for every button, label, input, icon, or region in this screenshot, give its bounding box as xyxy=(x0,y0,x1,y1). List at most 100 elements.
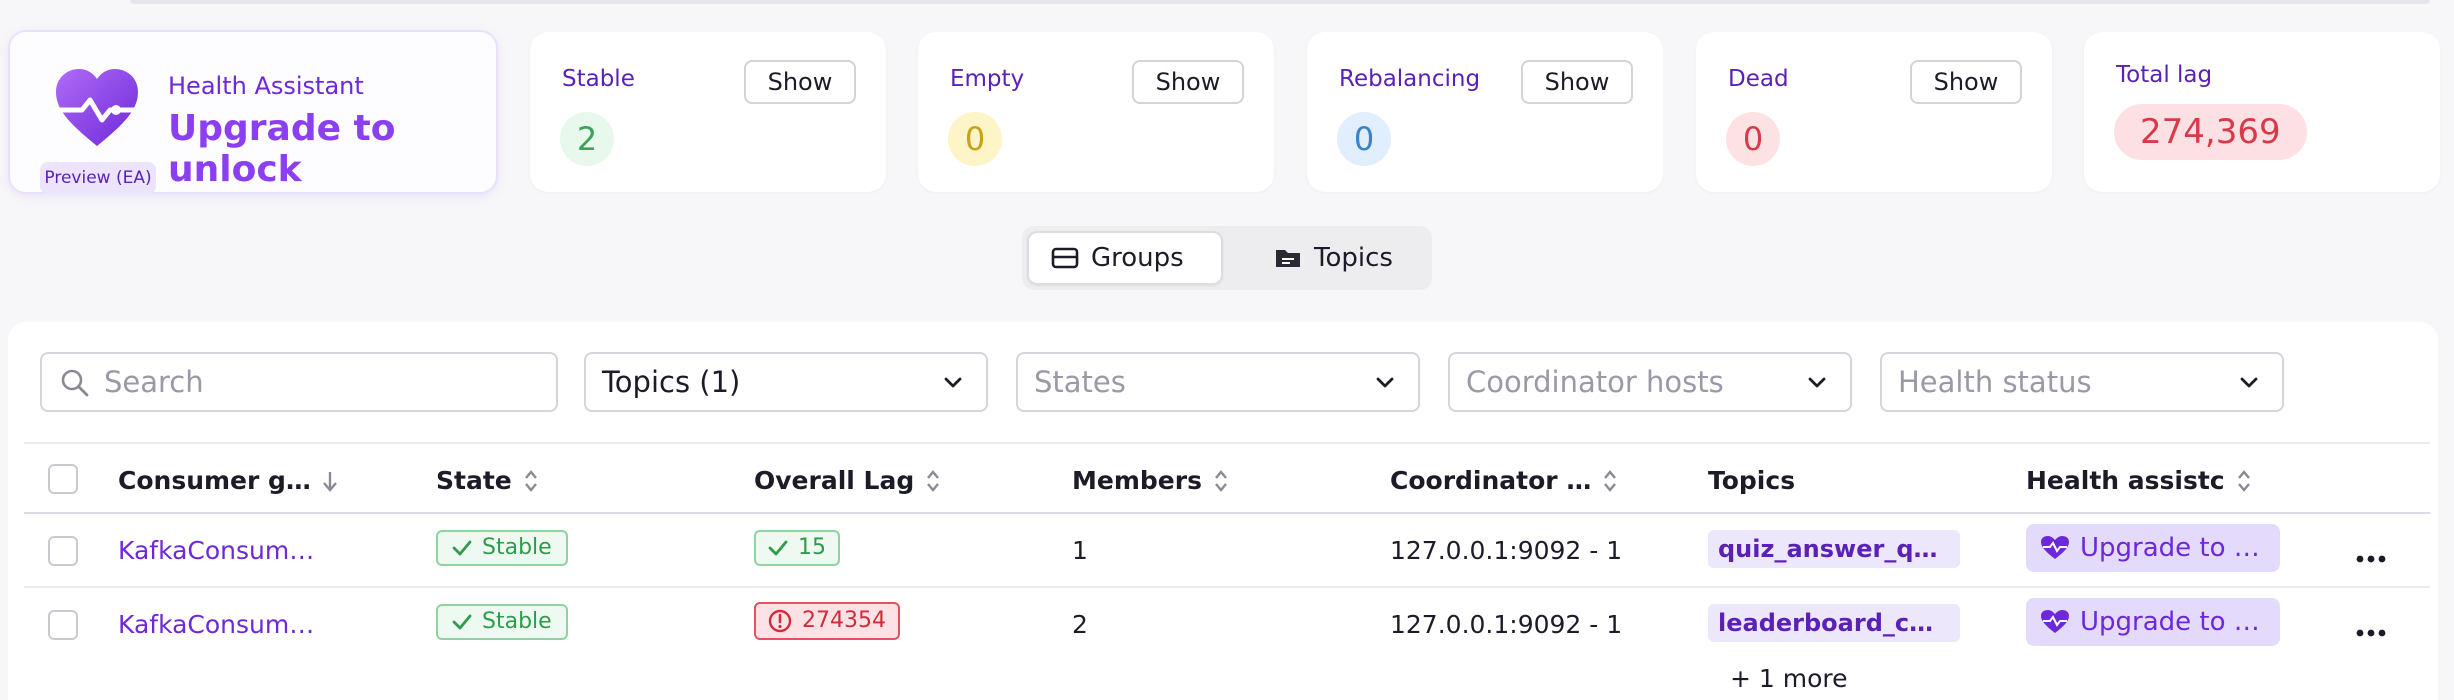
stat-card-empty: Empty Show 0 xyxy=(918,32,1274,192)
more-horizontal-icon xyxy=(2356,555,2386,563)
total-lag-label: Total lag xyxy=(2116,62,2213,88)
stat-card-rebalancing: Rebalancing Show 0 xyxy=(1307,32,1663,192)
column-header-coordinator[interactable]: Coordinator … xyxy=(1390,466,1617,495)
topics-filter-value: Topics (1) xyxy=(602,365,741,399)
overall-lag-badge: 274354 xyxy=(754,602,900,640)
check-icon xyxy=(452,614,472,630)
lag-value: 15 xyxy=(798,535,826,560)
lag-value: 274354 xyxy=(802,608,886,633)
coordinator-host: 127.0.0.1:9092 - 1 xyxy=(1390,536,1623,565)
alert-circle-icon xyxy=(768,609,792,633)
chevron-down-icon xyxy=(1376,377,1394,388)
total-lag-value: 274,369 xyxy=(2114,104,2307,160)
states-filter-select[interactable]: States xyxy=(1016,352,1420,412)
health-assistant-card[interactable]: Preview (EA) Health Assistant Upgrade to… xyxy=(8,30,498,194)
column-header-topics: Topics xyxy=(1708,466,1795,495)
show-stable-button[interactable]: Show xyxy=(744,60,856,104)
chevron-down-icon xyxy=(1808,377,1826,388)
row-actions-menu[interactable] xyxy=(2356,540,2386,569)
sort-icon[interactable] xyxy=(2237,469,2251,493)
upgrade-label: Upgrade to … xyxy=(2080,533,2260,563)
column-header-label: Coordinator … xyxy=(1390,466,1592,495)
members-count: 1 xyxy=(1072,536,1088,565)
stat-card-dead: Dead Show 0 xyxy=(1696,32,2052,192)
empty-count: 0 xyxy=(948,112,1002,166)
sort-descending-icon[interactable] xyxy=(323,469,337,493)
sort-icon[interactable] xyxy=(926,469,940,493)
tab-groups[interactable]: Groups xyxy=(1027,231,1223,285)
heart-pulse-icon xyxy=(2041,536,2069,559)
stat-label: Rebalancing xyxy=(1339,66,1481,92)
stat-label: Empty xyxy=(950,66,1025,92)
column-header-state[interactable]: State xyxy=(436,466,538,495)
sort-icon[interactable] xyxy=(1603,469,1617,493)
health-assistant-logo: Preview (EA) xyxy=(36,66,156,194)
row-actions-menu[interactable] xyxy=(2356,614,2386,643)
folder-icon xyxy=(1276,250,1300,267)
overall-lag-badge: 15 xyxy=(754,530,840,566)
select-all-checkbox[interactable] xyxy=(48,464,78,494)
sort-icon[interactable] xyxy=(524,469,538,493)
search-icon xyxy=(61,369,89,397)
table-row[interactable]: KafkaConsum… Stable 15 1 127.0.0.1:9092 … xyxy=(24,512,2430,586)
coordinator-hosts-placeholder: Coordinator hosts xyxy=(1466,365,1724,399)
more-horizontal-icon xyxy=(2356,629,2386,637)
column-header-label: Members xyxy=(1072,466,1202,495)
health-upgrade-button[interactable]: Upgrade to … xyxy=(2026,524,2280,572)
dead-count: 0 xyxy=(1726,112,1780,166)
state-badge: Stable xyxy=(436,604,568,640)
members-count: 2 xyxy=(1072,610,1088,639)
column-header-label: Topics xyxy=(1708,466,1796,495)
sort-icon[interactable] xyxy=(1214,469,1228,493)
show-empty-button[interactable]: Show xyxy=(1132,60,1244,104)
health-status-filter-select[interactable]: Health status xyxy=(1880,352,2284,412)
coordinator-hosts-filter-select[interactable]: Coordinator hosts xyxy=(1448,352,1852,412)
column-header-consumer-group[interactable]: Consumer g… xyxy=(118,466,337,495)
column-header-label: Overall Lag xyxy=(754,466,915,495)
table-header-row: Consumer g… State Overall Lag Members Co… xyxy=(24,442,2430,512)
topic-chip[interactable]: quiz_answer_que… xyxy=(1708,530,1960,568)
row-checkbox[interactable] xyxy=(48,610,78,640)
column-header-overall-lag[interactable]: Overall Lag xyxy=(754,466,940,495)
stat-label: Stable xyxy=(562,66,635,92)
heart-pulse-icon xyxy=(2041,610,2069,633)
tab-topics[interactable]: Topics xyxy=(1252,231,1422,285)
stable-count: 2 xyxy=(560,112,614,166)
consumer-group-link[interactable]: KafkaConsum… xyxy=(118,610,314,639)
column-header-label: Consumer g… xyxy=(118,466,311,495)
show-dead-button[interactable]: Show xyxy=(1910,60,2022,104)
column-header-members[interactable]: Members xyxy=(1072,466,1228,495)
chevron-down-icon xyxy=(944,377,962,388)
tab-topics-label: Topics xyxy=(1314,243,1393,273)
health-status-placeholder: Health status xyxy=(1898,365,2092,399)
row-checkbox[interactable] xyxy=(48,536,78,566)
table-icon xyxy=(1051,247,1079,269)
health-assistant-label: Health Assistant xyxy=(168,72,364,100)
preview-badge: Preview (EA) xyxy=(40,162,156,194)
consumer-group-link[interactable]: KafkaConsum… xyxy=(118,536,314,565)
tab-groups-label: Groups xyxy=(1091,243,1184,273)
health-upgrade-button[interactable]: Upgrade to … xyxy=(2026,598,2280,646)
total-lag-card: Total lag 274,369 xyxy=(2084,32,2440,192)
topic-chip-label: leaderboard_cha… xyxy=(1708,604,1960,642)
stat-label: Dead xyxy=(1728,66,1789,92)
state-label: Stable xyxy=(482,609,552,634)
upgrade-to-unlock-link[interactable]: Upgrade to unlock xyxy=(168,108,496,190)
chevron-down-icon xyxy=(2240,377,2258,388)
view-toggle: Groups Topics xyxy=(1022,226,1432,290)
check-icon xyxy=(452,540,472,556)
topics-filter-select[interactable]: Topics (1) xyxy=(584,352,988,412)
stat-card-stable: Stable Show 2 xyxy=(530,32,886,192)
more-topics-link[interactable]: + 1 more xyxy=(1730,664,1848,693)
consumer-groups-panel: Search Topics (1) States Coordinator hos… xyxy=(8,322,2438,700)
top-edge xyxy=(130,0,2430,4)
column-header-label: Health assistc xyxy=(2026,466,2225,495)
search-input[interactable]: Search xyxy=(40,352,558,412)
states-placeholder: States xyxy=(1034,365,1126,399)
topic-chip[interactable]: leaderboard_cha… xyxy=(1708,604,1960,642)
column-header-label: State xyxy=(436,466,512,495)
table-row[interactable]: KafkaConsum… Stable 274354 2 127.0.0.1:9… xyxy=(24,586,2430,693)
rebalancing-count: 0 xyxy=(1337,112,1391,166)
show-rebalancing-button[interactable]: Show xyxy=(1521,60,1633,104)
column-header-health-assistant[interactable]: Health assistc xyxy=(2026,466,2251,495)
